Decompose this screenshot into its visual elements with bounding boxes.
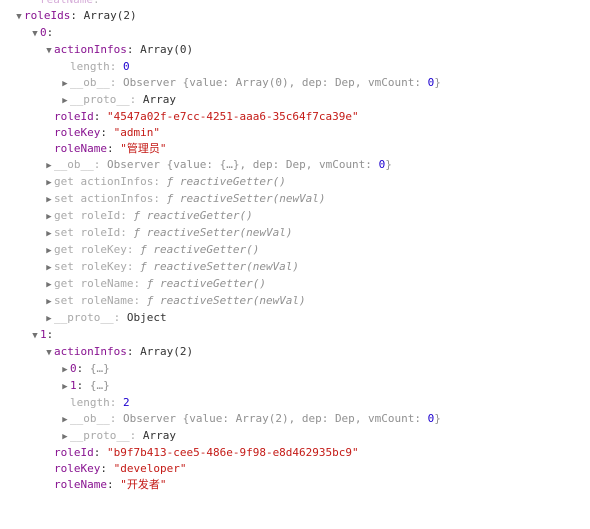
accessor-line[interactable]: set roleKey: ƒ reactiveSetter(newVal) <box>0 259 590 276</box>
prop-roleKey: roleKey: "developer" <box>0 461 590 477</box>
array-index-0[interactable]: 0: <box>0 25 590 42</box>
chevron-right-icon[interactable] <box>60 362 70 378</box>
accessor-line[interactable]: get actionInfos: ƒ reactiveGetter() <box>0 174 590 191</box>
prop-roleId: roleId: "4547a02f-e7cc-4251-aaa6-35c64f7… <box>0 109 590 125</box>
chevron-right-icon[interactable] <box>60 412 70 428</box>
chevron-right-icon[interactable] <box>44 243 54 259</box>
prop-proto[interactable]: __proto__: Array <box>0 428 590 445</box>
prop-actionInfos[interactable]: actionInfos: Array(2) <box>0 344 590 361</box>
prop-length: length: 2 <box>0 395 590 411</box>
prop-roleId: roleId: "b9f7b413-cee5-486e-9f98-e8d4629… <box>0 445 590 461</box>
chevron-right-icon[interactable] <box>44 311 54 327</box>
accessor-line[interactable]: get roleName: ƒ reactiveGetter() <box>0 276 590 293</box>
prop-ob[interactable]: __ob__: Observer {value: {…}, dep: Dep, … <box>0 157 590 174</box>
chevron-down-icon[interactable] <box>44 345 54 361</box>
chevron-down-icon[interactable] <box>44 43 54 59</box>
array-entry[interactable]: 0: {…} <box>0 361 590 378</box>
chevron-right-icon[interactable] <box>60 76 70 92</box>
prop-roleName: roleName: "管理员" <box>0 141 590 157</box>
faded-prev-line: realName: "" <box>0 0 590 8</box>
chevron-right-icon[interactable] <box>44 260 54 276</box>
prop-length: length: 0 <box>0 59 590 75</box>
chevron-right-icon[interactable] <box>44 294 54 310</box>
accessor-line[interactable]: get roleId: ƒ reactiveGetter() <box>0 208 590 225</box>
chevron-down-icon[interactable] <box>14 9 24 25</box>
chevron-right-icon[interactable] <box>44 277 54 293</box>
chevron-right-icon[interactable] <box>60 379 70 395</box>
chevron-right-icon[interactable] <box>44 158 54 174</box>
array-entry[interactable]: 1: {…} <box>0 378 590 395</box>
prop-proto[interactable]: __proto__: Array <box>0 92 590 109</box>
prop-proto[interactable]: __proto__: Object <box>0 310 590 327</box>
prop-actionInfos[interactable]: actionInfos: Array(0) <box>0 42 590 59</box>
prop-key: realName <box>40 0 93 6</box>
prop-roleKey: roleKey: "admin" <box>0 125 590 141</box>
chevron-down-icon[interactable] <box>30 328 40 344</box>
chevron-right-icon[interactable] <box>44 192 54 208</box>
accessor-line[interactable]: set roleName: ƒ reactiveSetter(newVal) <box>0 293 590 310</box>
chevron-right-icon[interactable] <box>44 226 54 242</box>
prop-ob[interactable]: __ob__: Observer {value: Array(2), dep: … <box>0 411 590 428</box>
accessor-line[interactable]: get roleKey: ƒ reactiveGetter() <box>0 242 590 259</box>
accessor-line[interactable]: set roleId: ƒ reactiveSetter(newVal) <box>0 225 590 242</box>
prop-roleName: roleName: "开发者" <box>0 477 590 493</box>
chevron-right-icon[interactable] <box>60 429 70 445</box>
prop-ob[interactable]: __ob__: Observer {value: Array(0), dep: … <box>0 75 590 92</box>
chevron-down-icon[interactable] <box>30 26 40 42</box>
chevron-right-icon[interactable] <box>60 93 70 109</box>
chevron-right-icon[interactable] <box>44 175 54 191</box>
prop-roleIds[interactable]: roleIds: Array(2) <box>0 8 590 25</box>
chevron-right-icon[interactable] <box>44 209 54 225</box>
array-index-1[interactable]: 1: <box>0 327 590 344</box>
accessor-line[interactable]: set actionInfos: ƒ reactiveSetter(newVal… <box>0 191 590 208</box>
